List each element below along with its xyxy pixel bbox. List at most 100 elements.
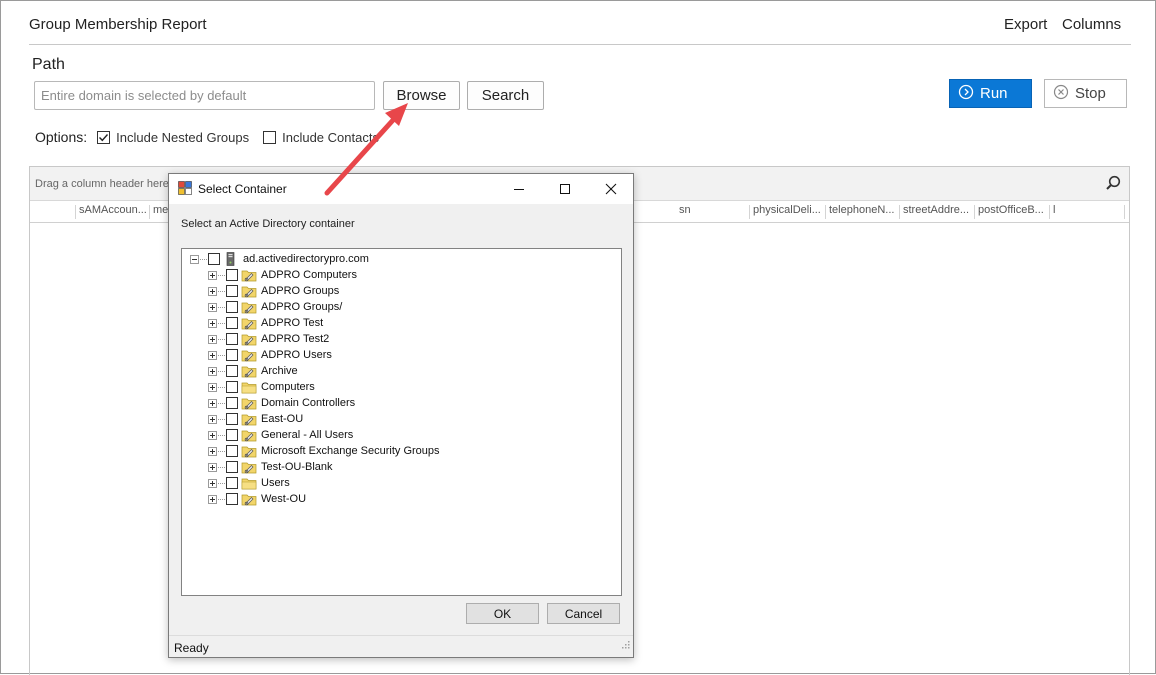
- tree-item[interactable]: Archive: [208, 363, 298, 379]
- tree-item[interactable]: ADPRO Computers: [208, 267, 357, 283]
- tree-checkbox[interactable]: [226, 365, 238, 377]
- tree-root-row[interactable]: ad.activedirectorypro.com: [190, 251, 369, 267]
- expand-icon[interactable]: [208, 382, 217, 392]
- ok-button[interactable]: OK: [466, 603, 539, 624]
- column-header[interactable]: postOfficeB...: [978, 204, 1044, 216]
- stop-button[interactable]: Stop: [1044, 79, 1127, 108]
- include-nested-groups-option[interactable]: Include Nested Groups: [97, 130, 249, 145]
- tree-checkbox[interactable]: [226, 397, 238, 409]
- tree-item[interactable]: Computers: [208, 379, 315, 395]
- run-button[interactable]: Run: [949, 79, 1032, 108]
- tree-checkbox[interactable]: [226, 493, 238, 505]
- include-nested-groups-label: Include Nested Groups: [116, 129, 250, 145]
- expand-icon[interactable]: [208, 478, 217, 488]
- tree-item[interactable]: Domain Controllers: [208, 395, 355, 411]
- include-contacts-label: Include Contacts: [282, 129, 379, 145]
- tree-checkbox[interactable]: [226, 429, 238, 441]
- expand-icon[interactable]: [208, 366, 217, 376]
- tree-connector: [200, 258, 207, 260]
- tree-item[interactable]: ADPRO Groups: [208, 283, 339, 299]
- expand-icon[interactable]: [208, 462, 217, 472]
- expand-icon[interactable]: [208, 446, 217, 456]
- tree-checkbox[interactable]: [226, 381, 238, 393]
- close-icon[interactable]: [588, 174, 634, 204]
- tree-checkbox[interactable]: [226, 445, 238, 457]
- tree-item[interactable]: ADPRO Test2: [208, 331, 329, 347]
- include-nested-groups-checkbox[interactable]: [97, 130, 111, 144]
- expand-icon[interactable]: [208, 350, 217, 360]
- header-divider: [29, 44, 1131, 45]
- dialog-titlebar[interactable]: Select Container: [169, 174, 633, 204]
- column-header[interactable]: telephoneN...: [829, 204, 894, 216]
- tree-item[interactable]: East-OU: [208, 411, 303, 427]
- cancel-button[interactable]: Cancel: [547, 603, 620, 624]
- expand-icon[interactable]: [208, 334, 217, 344]
- minimize-icon[interactable]: [496, 174, 542, 204]
- column-header[interactable]: streetAddre...: [903, 204, 969, 216]
- columns-button[interactable]: Columns: [1062, 16, 1121, 33]
- tree-connector: [218, 290, 225, 292]
- ou-icon: [241, 364, 257, 378]
- column-header[interactable]: l: [1053, 204, 1055, 216]
- expand-icon[interactable]: [208, 318, 217, 328]
- expand-icon[interactable]: [208, 414, 217, 424]
- search-button[interactable]: Search: [467, 81, 544, 110]
- tree-item[interactable]: West-OU: [208, 491, 306, 507]
- tree-item[interactable]: ADPRO Test: [208, 315, 323, 331]
- tree-connector: [218, 418, 225, 420]
- tree-item[interactable]: ADPRO Users: [208, 347, 332, 363]
- tree-checkbox[interactable]: [226, 285, 238, 297]
- tree-checkbox[interactable]: [226, 269, 238, 281]
- tree-checkbox[interactable]: [226, 477, 238, 489]
- expand-icon[interactable]: [208, 430, 217, 440]
- tree-item[interactable]: ADPRO Groups/: [208, 299, 342, 315]
- include-contacts-option[interactable]: Include Contacts: [263, 130, 379, 145]
- expand-icon[interactable]: [208, 398, 217, 408]
- tree-checkbox[interactable]: [226, 413, 238, 425]
- options-row: Options: Include Nested Groups Include C…: [35, 129, 379, 145]
- container-tree[interactable]: ad.activedirectorypro.com ADPRO Computer…: [181, 248, 622, 596]
- app-window: Group Membership Report Export Columns P…: [0, 0, 1156, 675]
- browse-button[interactable]: Browse: [383, 81, 460, 110]
- column-header[interactable]: me: [153, 204, 168, 216]
- tree-checkbox[interactable]: [226, 333, 238, 345]
- ou-icon: [241, 444, 257, 458]
- expand-icon[interactable]: [208, 270, 217, 280]
- path-input[interactable]: [34, 81, 375, 110]
- column-header[interactable]: sn: [679, 204, 691, 216]
- tree-item-label: Computers: [261, 381, 315, 393]
- tree-item-label: ADPRO Groups: [261, 285, 340, 297]
- include-contacts-checkbox[interactable]: [263, 130, 277, 144]
- column-separator: [75, 205, 76, 219]
- tree-item-label: ADPRO Test: [261, 317, 324, 329]
- tree-item[interactable]: General - All Users: [208, 427, 353, 443]
- expand-icon[interactable]: [208, 494, 217, 504]
- tree-item[interactable]: Test-OU-Blank: [208, 459, 333, 475]
- play-circle-icon: [958, 84, 974, 104]
- collapse-icon[interactable]: [190, 254, 199, 264]
- tree-connector: [218, 434, 225, 436]
- tree-item[interactable]: Users: [208, 475, 290, 491]
- export-button[interactable]: Export: [1004, 16, 1047, 33]
- tree-checkbox[interactable]: [226, 301, 238, 313]
- maximize-icon[interactable]: [542, 174, 588, 204]
- tree-connector: [218, 354, 225, 356]
- dialog-prompt: Select an Active Directory container: [181, 218, 355, 230]
- expand-icon[interactable]: [208, 302, 217, 312]
- folder-icon: [241, 380, 257, 394]
- tree-item-label: East-OU: [261, 413, 304, 425]
- search-icon[interactable]: [1105, 175, 1121, 196]
- tree-item-label: Microsoft Exchange Security Groups: [261, 445, 440, 457]
- tree-checkbox[interactable]: [208, 253, 220, 265]
- column-header[interactable]: physicalDeli...: [753, 204, 821, 216]
- tree-connector: [218, 338, 225, 340]
- tree-checkbox[interactable]: [226, 461, 238, 473]
- tree-item[interactable]: Microsoft Exchange Security Groups: [208, 443, 440, 459]
- tree-checkbox[interactable]: [226, 349, 238, 361]
- resize-grip-icon[interactable]: [620, 636, 630, 654]
- tree-checkbox[interactable]: [226, 317, 238, 329]
- expand-icon[interactable]: [208, 286, 217, 296]
- ou-icon: [241, 428, 257, 442]
- column-header[interactable]: sAMAccoun...: [79, 204, 147, 216]
- column-separator: [899, 205, 900, 219]
